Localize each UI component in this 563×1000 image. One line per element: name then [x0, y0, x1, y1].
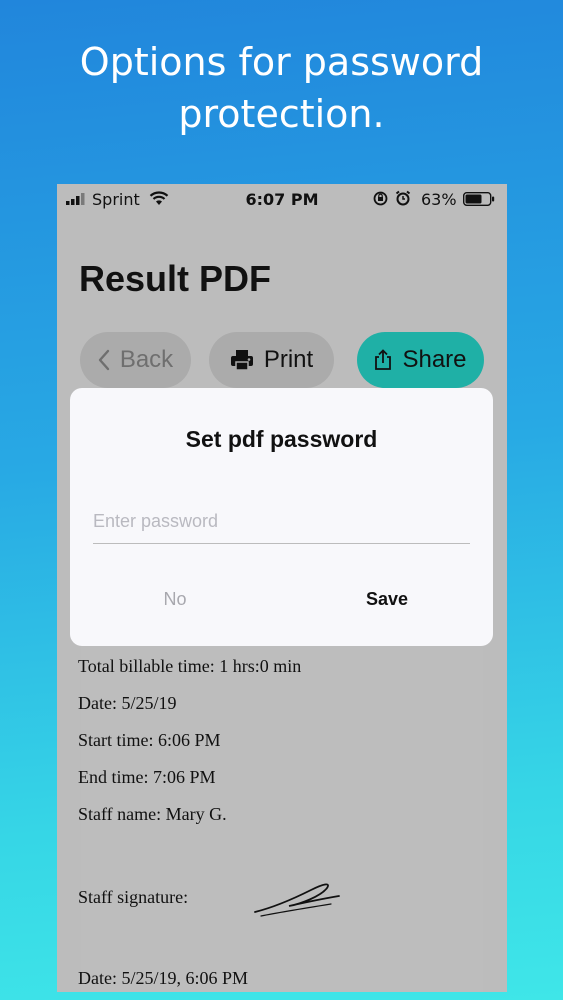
doc-billable-time: Total billable time: 1 hrs:0 min — [78, 656, 302, 676]
password-dialog: Set pdf password No Save — [70, 388, 493, 646]
battery-icon — [463, 192, 495, 206]
page-title: Result PDF — [79, 258, 272, 299]
promo-headline-line-2: protection. — [178, 92, 385, 136]
doc-staff-name: Staff name: Mary G. — [78, 804, 227, 824]
status-bar: Sprint 6:07 PM 63% — [57, 184, 507, 214]
back-button-label: Back — [119, 346, 174, 373]
print-button-label: Print — [263, 346, 314, 373]
password-input[interactable] — [93, 500, 470, 544]
printer-icon — [230, 350, 253, 371]
save-button[interactable]: Save — [327, 584, 447, 614]
print-button[interactable]: Print — [209, 332, 334, 388]
rotation-lock-icon — [373, 191, 388, 206]
doc-staff-signature-label: Staff signature: — [78, 887, 189, 907]
promo-headline: Options for password protection. — [0, 36, 563, 140]
alarm-icon — [395, 190, 411, 206]
dialog-title: Set pdf password — [185, 426, 378, 452]
share-icon — [375, 349, 392, 370]
share-button[interactable]: Share — [357, 332, 484, 388]
chevron-left-icon — [98, 349, 110, 371]
battery-percent: 63% — [421, 190, 457, 209]
doc-footer-date: Date: 5/25/19, 6:06 PM — [78, 968, 248, 988]
back-button[interactable]: Back — [80, 332, 191, 388]
doc-start-time: Start time: 6:06 PM — [78, 730, 221, 750]
staff-signature-image — [254, 883, 340, 917]
promo-headline-line-1: Options for password — [79, 40, 484, 84]
doc-end-time: End time: 7:06 PM — [78, 767, 216, 787]
share-button-label: Share — [402, 346, 467, 373]
no-button[interactable]: No — [115, 584, 235, 614]
doc-date: Date: 5/25/19 — [78, 693, 177, 713]
